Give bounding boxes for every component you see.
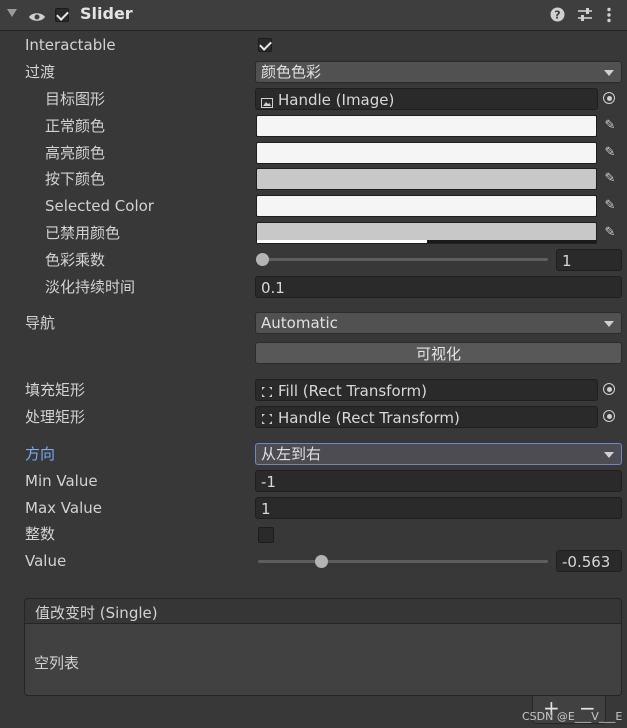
fade-duration-value: 0.1 xyxy=(261,279,285,297)
eyedropper-icon[interactable]: ✎ xyxy=(599,168,621,190)
direction-label: 方向 xyxy=(25,445,56,463)
event-header: 值改变时 (Single) xyxy=(24,598,622,624)
chevron-down-icon xyxy=(604,321,614,327)
alpha-bar xyxy=(257,240,427,243)
navigation-label: 导航 xyxy=(25,314,56,332)
highlighted-color-label: 高亮颜色 xyxy=(45,144,106,162)
chevron-down-icon xyxy=(604,70,614,76)
min-value-value: -1 xyxy=(261,473,276,491)
min-value-input[interactable]: -1 xyxy=(255,470,622,492)
min-value-label: Min Value xyxy=(25,472,98,490)
selected-color-label: Selected Color xyxy=(45,197,154,215)
value-input[interactable]: -0.563 xyxy=(556,550,622,572)
eyedropper-icon[interactable]: ✎ xyxy=(599,195,621,217)
component-header: Slider ? xyxy=(0,0,627,31)
more-icon[interactable] xyxy=(606,7,612,23)
object-picker-icon[interactable] xyxy=(599,88,621,110)
normal-color-label: 正常颜色 xyxy=(45,117,106,135)
chevron-down-icon xyxy=(604,452,614,458)
help-icon[interactable]: ? xyxy=(550,7,565,22)
eyedropper-icon[interactable]: ✎ xyxy=(599,115,621,137)
color-multiplier-label: 色彩乘数 xyxy=(45,251,106,269)
rect-transform-icon xyxy=(261,384,273,397)
handle-rect-label: 处理矩形 xyxy=(25,408,86,426)
value-label: Value xyxy=(25,552,67,570)
pressed-color-label: 按下颜色 xyxy=(45,170,106,188)
value-slider-track[interactable] xyxy=(258,560,548,563)
eye-icon[interactable] xyxy=(28,9,46,21)
watermark: CSDN @E___V___E xyxy=(522,710,623,723)
eyedropper-icon[interactable]: ✎ xyxy=(599,142,621,164)
interactable-checkbox[interactable] xyxy=(258,38,272,52)
value-slider-handle[interactable] xyxy=(314,555,328,568)
component-enabled-checkbox[interactable] xyxy=(55,8,69,22)
interactable-label: Interactable xyxy=(25,36,116,54)
whole-numbers-label: 整数 xyxy=(25,525,56,543)
color-multiplier-slider-track[interactable] xyxy=(258,258,548,261)
transition-label: 过渡 xyxy=(25,63,56,81)
pressed-color-swatch[interactable] xyxy=(256,168,597,190)
whole-numbers-checkbox[interactable] xyxy=(258,527,274,543)
direction-value: 从左到右 xyxy=(261,445,322,463)
check-icon xyxy=(259,38,272,51)
highlighted-color-swatch[interactable] xyxy=(256,142,597,164)
check-icon xyxy=(56,8,69,21)
event-title: 值改变时 (Single) xyxy=(35,604,158,622)
fill-rect-field[interactable]: Fill (Rect Transform) xyxy=(255,379,598,401)
image-icon xyxy=(261,94,273,108)
color-multiplier-value: 1 xyxy=(562,252,572,270)
preset-icon[interactable] xyxy=(577,7,593,22)
rect-transform-icon xyxy=(261,411,273,424)
handle-rect-value: Handle (Rect Transform) xyxy=(278,409,460,427)
max-value-label: Max Value xyxy=(25,499,102,517)
event-empty-list: 空列表 xyxy=(34,654,80,672)
max-value-input[interactable]: 1 xyxy=(255,497,622,519)
fill-rect-value: Fill (Rect Transform) xyxy=(278,382,427,400)
svg-text:?: ? xyxy=(554,9,560,22)
fill-rect-label: 填充矩形 xyxy=(25,381,86,399)
eyedropper-icon[interactable]: ✎ xyxy=(599,222,621,244)
transition-dropdown[interactable]: 颜色色彩 xyxy=(255,61,622,83)
component-title: Slider xyxy=(80,4,133,23)
disabled-color-swatch[interactable] xyxy=(256,222,597,244)
max-value-value: 1 xyxy=(261,500,271,518)
alpha-bar-dark xyxy=(427,240,596,243)
visualize-button[interactable]: 可视化 xyxy=(255,342,622,364)
direction-dropdown[interactable]: 从左到右 xyxy=(255,443,622,465)
transition-value: 颜色色彩 xyxy=(261,63,322,81)
object-picker-icon[interactable] xyxy=(599,406,621,428)
color-multiplier-slider-handle[interactable] xyxy=(255,253,269,266)
fade-duration-input[interactable]: 0.1 xyxy=(255,276,622,298)
target-graphic-field[interactable]: Handle (Image) xyxy=(255,88,598,110)
target-graphic-value: Handle (Image) xyxy=(278,91,395,109)
target-graphic-label: 目标图形 xyxy=(45,90,106,108)
navigation-value: Automatic xyxy=(261,314,338,332)
value-value: -0.563 xyxy=(562,553,611,571)
color-multiplier-input[interactable]: 1 xyxy=(556,249,622,271)
object-picker-icon[interactable] xyxy=(599,379,621,401)
fade-duration-label: 淡化持续时间 xyxy=(45,278,136,296)
navigation-dropdown[interactable]: Automatic xyxy=(255,312,622,334)
normal-color-swatch[interactable] xyxy=(256,115,597,137)
handle-rect-field[interactable]: Handle (Rect Transform) xyxy=(255,406,598,428)
selected-color-swatch[interactable] xyxy=(256,195,597,217)
disabled-color-label: 已禁用颜色 xyxy=(45,224,121,242)
foldout-arrow-icon[interactable] xyxy=(7,9,17,17)
